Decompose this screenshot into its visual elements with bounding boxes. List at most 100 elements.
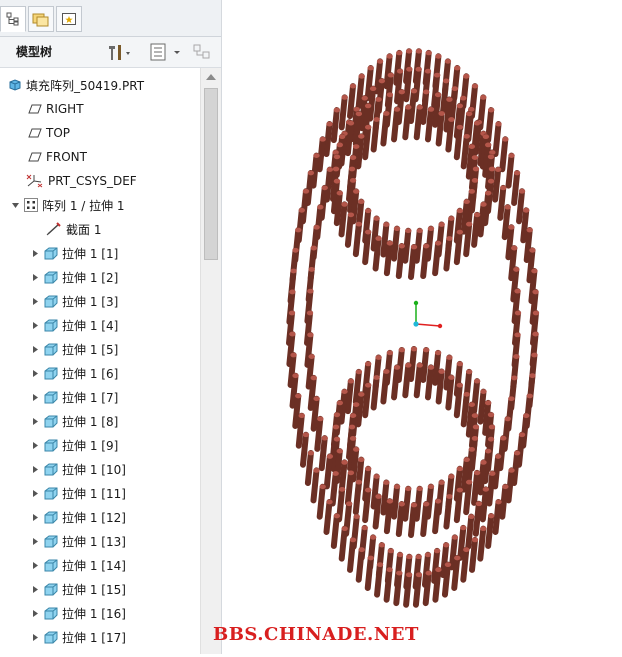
expand-arrow-icon[interactable] bbox=[30, 369, 40, 378]
extruded-rod bbox=[412, 571, 423, 608]
expand-arrow-icon[interactable] bbox=[30, 441, 40, 450]
expand-arrow-icon[interactable] bbox=[30, 585, 40, 594]
tree-item-extrude[interactable]: 拉伸 1 [7] bbox=[30, 385, 118, 409]
extruded-rod bbox=[344, 211, 355, 248]
tree-item-extrude[interactable]: 拉伸 1 [2] bbox=[30, 265, 118, 289]
model-tree-panel: 模型树 填充阵列_50419.PRT RIGHT TOP FRONT PRT_C… bbox=[0, 0, 222, 654]
extruded-rod bbox=[323, 498, 333, 535]
tree-item-extrude[interactable]: 拉伸 1 [15] bbox=[30, 577, 126, 601]
extrude-icon bbox=[44, 439, 58, 452]
show-button[interactable] bbox=[192, 41, 214, 63]
pattern-model bbox=[286, 48, 540, 608]
tree-item-label: 拉伸 1 [15] bbox=[62, 582, 126, 597]
extruded-rod bbox=[445, 374, 455, 411]
expand-arrow-icon[interactable] bbox=[30, 249, 40, 258]
tree-item-right[interactable]: RIGHT bbox=[28, 97, 84, 121]
expand-arrow-icon[interactable] bbox=[30, 417, 40, 426]
tree-scrollbar[interactable] bbox=[200, 68, 221, 654]
expand-arrow-icon[interactable] bbox=[30, 345, 40, 354]
extruded-rod bbox=[347, 536, 357, 573]
tree-item-pattern[interactable]: 阵列 1 / 拉伸 1 bbox=[10, 193, 125, 217]
expand-arrow-icon[interactable] bbox=[30, 609, 40, 618]
extruded-rod bbox=[424, 225, 435, 262]
expand-arrow-icon[interactable] bbox=[30, 513, 40, 522]
expand-arrow-icon[interactable] bbox=[30, 537, 40, 546]
expand-arrow-icon[interactable] bbox=[30, 465, 40, 474]
extruded-rod bbox=[453, 229, 464, 266]
panel-title: 模型树 bbox=[16, 45, 53, 59]
extruded-rod bbox=[453, 124, 464, 161]
scrollbar-thumb[interactable] bbox=[204, 88, 218, 260]
favorites-icon bbox=[62, 13, 76, 25]
extruded-rod bbox=[380, 368, 390, 405]
extruded-rod bbox=[413, 227, 423, 264]
collapse-arrow-icon[interactable] bbox=[10, 201, 20, 210]
tree-item-label: PRT_CSYS_DEF bbox=[48, 174, 137, 188]
expand-arrow-icon[interactable] bbox=[30, 273, 40, 282]
extrude-icon bbox=[44, 607, 58, 620]
extruded-rod bbox=[330, 512, 341, 549]
pattern-icon bbox=[24, 198, 38, 212]
extruded-rod bbox=[422, 570, 432, 607]
scroll-up-icon[interactable] bbox=[206, 74, 216, 80]
expand-arrow-icon[interactable] bbox=[30, 633, 40, 642]
settings-button[interactable] bbox=[106, 41, 134, 63]
extruded-rod bbox=[453, 487, 464, 524]
extruded-rod bbox=[380, 110, 390, 147]
tree-item-label: 拉伸 1 [9] bbox=[62, 438, 119, 453]
expand-arrow-icon[interactable] bbox=[30, 393, 40, 402]
settings-icon bbox=[109, 45, 130, 60]
expand-arrow-icon[interactable] bbox=[30, 297, 40, 306]
tree-item-extrude[interactable]: 拉伸 1 [16] bbox=[30, 601, 126, 625]
tree-item-top[interactable]: TOP bbox=[28, 121, 70, 145]
tree-item-extrude[interactable]: 拉伸 1 [1] bbox=[30, 241, 118, 265]
show-icon bbox=[193, 44, 210, 59]
tab-model-tree[interactable] bbox=[0, 6, 26, 32]
extruded-rod bbox=[492, 121, 502, 158]
tree-item-extrude[interactable]: 拉伸 1 [9] bbox=[30, 433, 118, 457]
tree-filter-button[interactable] bbox=[148, 41, 184, 63]
extruded-rod bbox=[362, 229, 372, 266]
tree-item-extrude[interactable]: 拉伸 1 [4] bbox=[30, 313, 118, 337]
tree-item-front[interactable]: FRONT bbox=[28, 145, 87, 169]
expand-arrow-icon[interactable] bbox=[30, 321, 40, 330]
tree-item-extrude[interactable]: 拉伸 1 [17] bbox=[30, 625, 126, 649]
tab-folder-browser[interactable] bbox=[28, 6, 54, 32]
tab-favorites[interactable] bbox=[56, 6, 82, 32]
tree-item-extrude[interactable]: 拉伸 1 [3] bbox=[30, 289, 118, 313]
tree-item-label: 拉伸 1 [12] bbox=[62, 510, 126, 525]
tree-item-extrude[interactable]: 拉伸 1 [8] bbox=[30, 409, 118, 433]
expand-arrow-icon[interactable] bbox=[30, 489, 40, 498]
tree-item-extrude[interactable]: 拉伸 1 [13] bbox=[30, 529, 126, 553]
tree-item-label: RIGHT bbox=[46, 102, 84, 116]
extruded-rod bbox=[424, 483, 435, 520]
tree-item-extrude[interactable]: 拉伸 1 [11] bbox=[30, 481, 126, 505]
extruded-rod bbox=[432, 498, 442, 535]
extrude-icon bbox=[44, 271, 58, 284]
extrude-icon bbox=[44, 463, 58, 476]
extruded-rod bbox=[441, 561, 452, 598]
extruded-rod bbox=[362, 124, 372, 161]
extruded-rod bbox=[443, 493, 453, 530]
extruded-rod bbox=[395, 88, 405, 125]
tree-item-root[interactable]: 填充阵列_50419.PRT bbox=[8, 73, 144, 97]
tree-item-section[interactable]: 截面 1 bbox=[46, 217, 101, 241]
watermark: BBS.CHINADE.NET bbox=[213, 624, 419, 645]
graphics-viewport[interactable] bbox=[222, 0, 622, 654]
extrude-icon bbox=[44, 559, 58, 572]
tree-item-extrude[interactable]: 拉伸 1 [5] bbox=[30, 337, 118, 361]
datum-plane-icon bbox=[28, 104, 42, 114]
extruded-rod bbox=[338, 525, 348, 562]
tree-item-label: 拉伸 1 [6] bbox=[62, 366, 119, 381]
tree-item-label: 拉伸 1 [7] bbox=[62, 390, 119, 405]
expand-arrow-icon[interactable] bbox=[30, 561, 40, 570]
tree-item-label: 拉伸 1 [13] bbox=[62, 534, 126, 549]
extruded-rod bbox=[432, 240, 442, 277]
navigator-tabs bbox=[0, 0, 221, 37]
extruded-rod bbox=[352, 221, 363, 258]
tree-item-csys[interactable]: PRT_CSYS_DEF bbox=[26, 169, 137, 193]
tree-item-extrude[interactable]: 拉伸 1 [10] bbox=[30, 457, 126, 481]
tree-item-extrude[interactable]: 拉伸 1 [6] bbox=[30, 361, 118, 385]
tree-item-extrude[interactable]: 拉伸 1 [14] bbox=[30, 553, 126, 577]
tree-item-extrude[interactable]: 拉伸 1 [12] bbox=[30, 505, 126, 529]
